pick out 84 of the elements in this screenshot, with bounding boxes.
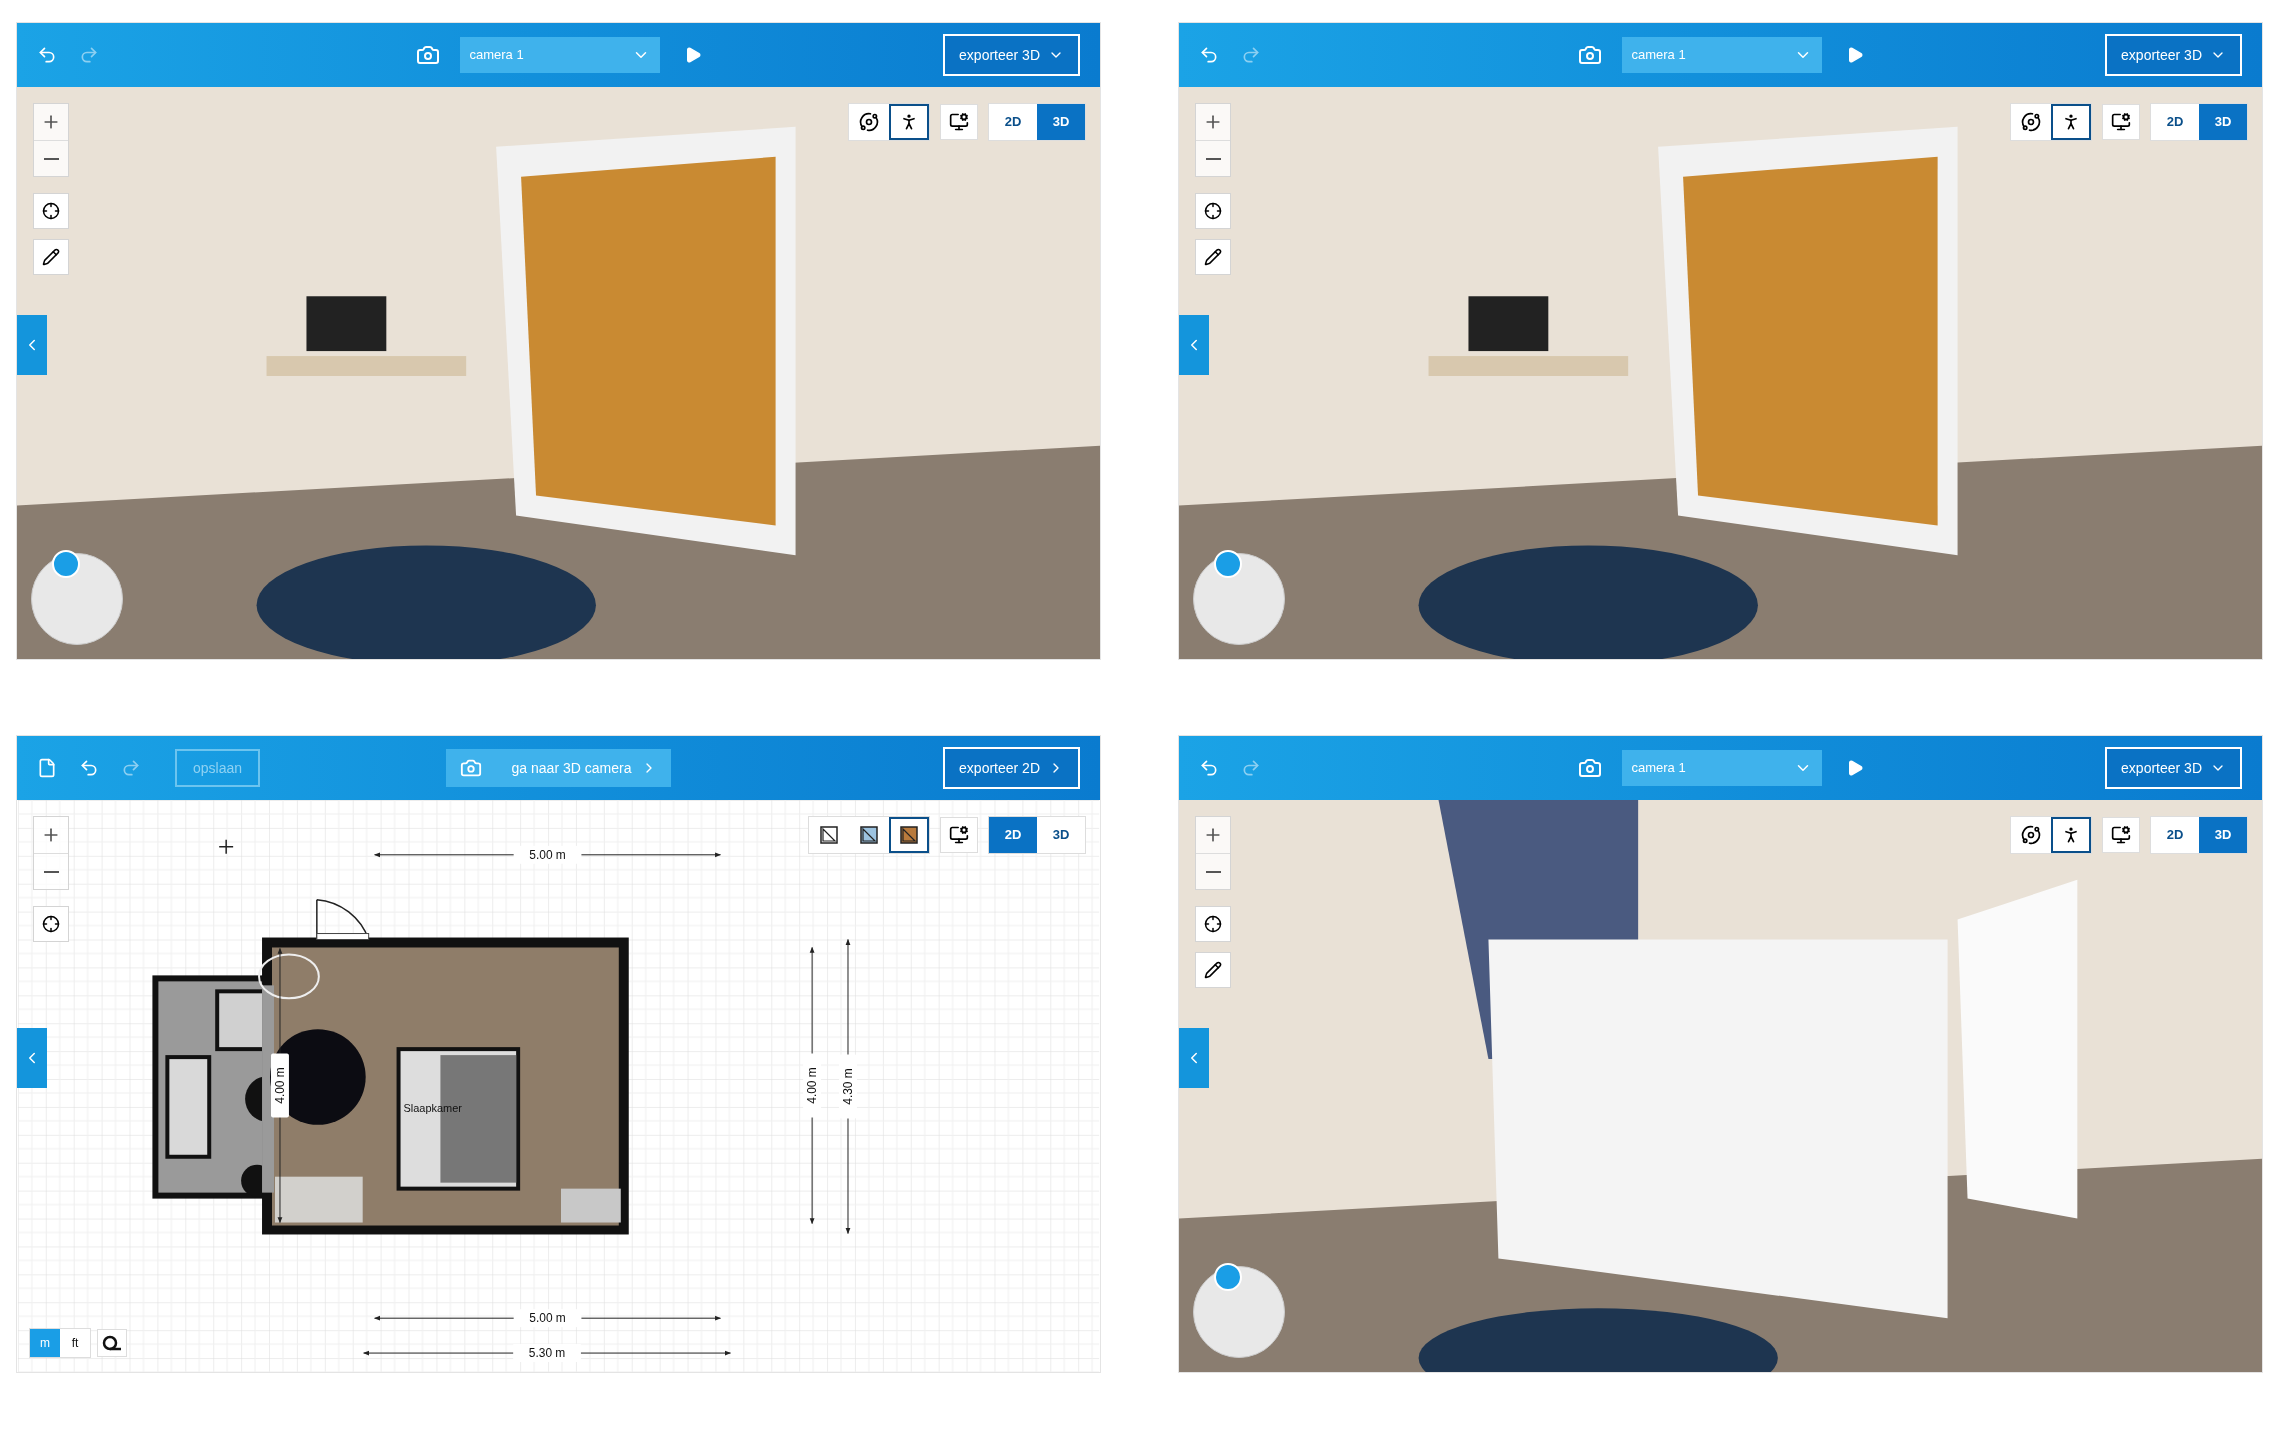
measure-button[interactable] [97, 1329, 127, 1357]
display-settings-button[interactable] [2102, 104, 2140, 140]
display-settings-button[interactable] [940, 817, 978, 853]
redo-icon [1241, 45, 1261, 65]
cursor-crosshair-icon [218, 839, 234, 855]
minus-icon [1205, 870, 1221, 873]
monitor-gear-icon [949, 825, 969, 845]
undo-button[interactable] [79, 758, 99, 778]
view-tab[interactable]: 3D [1037, 104, 1085, 140]
view-tab[interactable]: 3D [2199, 104, 2247, 140]
floor-style-icon [860, 826, 878, 844]
minus-icon [1205, 157, 1221, 160]
walk-mode-button[interactable] [889, 104, 929, 140]
view-tab[interactable]: 2D [2151, 817, 2199, 853]
undo-button[interactable] [1199, 45, 1219, 65]
orbit-icon [2021, 825, 2041, 845]
joystick-handle[interactable] [52, 550, 80, 578]
crosshair-icon [1204, 915, 1222, 933]
crosshair-icon [1204, 202, 1222, 220]
monitor-gear-icon [2111, 825, 2131, 845]
undo-button[interactable] [37, 45, 57, 65]
walk-mode-button[interactable] [2051, 817, 2091, 853]
locate-button[interactable] [1195, 906, 1231, 942]
label-background [803, 1053, 822, 1118]
view-tab[interactable]: 2D [989, 817, 1037, 853]
crosshair-icon [42, 202, 60, 220]
undo-icon [79, 758, 99, 778]
locate-button[interactable] [33, 193, 69, 229]
edit-button[interactable] [33, 239, 69, 275]
export-button[interactable]: exporteer 3D [2105, 747, 2242, 789]
monitor-gear-icon [949, 112, 969, 132]
edit-button[interactable] [1195, 239, 1231, 275]
pencil-icon [1204, 248, 1222, 266]
view-tab[interactable]: 3D [2199, 817, 2247, 853]
minus-icon [43, 870, 59, 873]
pencil-icon [1204, 961, 1222, 979]
dimension-label: 4.00 m [272, 1067, 287, 1104]
floor-style-button[interactable] [889, 817, 929, 853]
redo-icon [79, 45, 99, 65]
walk-mode-button[interactable] [2051, 104, 2091, 140]
orbit-icon [859, 112, 879, 132]
view-tab[interactable]: 2D [989, 104, 1037, 140]
display-settings-button[interactable] [2102, 817, 2140, 853]
view-tab[interactable]: 3D [1037, 817, 1085, 853]
undo-icon [1199, 758, 1219, 778]
edit-button[interactable] [1195, 952, 1231, 988]
floor-style-icon [900, 826, 918, 844]
orbit-icon [2021, 112, 2041, 132]
camera-icon[interactable] [1577, 756, 1602, 780]
tape-measure-icon [102, 1335, 122, 1351]
pencil-icon [42, 248, 60, 266]
dimension-label: 5.30 m [528, 1346, 566, 1361]
locate-button[interactable] [33, 906, 69, 942]
camera-icon [459, 757, 482, 779]
crosshair-icon [42, 915, 60, 933]
unit-toggle[interactable]: ft [60, 1329, 90, 1357]
export-button[interactable]: exporteer 3D [943, 34, 1080, 76]
floor-style-icon [820, 826, 838, 844]
dimension-label: 4.00 m [805, 1067, 820, 1104]
locate-button[interactable] [1195, 193, 1231, 229]
door-drawing [316, 898, 370, 941]
dimension-label: 5.00 m [529, 1311, 566, 1326]
camera-icon[interactable] [415, 43, 440, 67]
new-file-button[interactable] [37, 758, 57, 778]
dimension-label: 4.30 m [840, 1068, 855, 1105]
minus-icon [43, 157, 59, 160]
export-button[interactable]: exporteer 3D [2105, 34, 2242, 76]
camera-icon[interactable] [1577, 43, 1602, 67]
export-button[interactable]: exporteer 2D [943, 747, 1080, 789]
room-label: Slaapkamer [403, 1101, 462, 1114]
joystick-handle[interactable] [1214, 550, 1242, 578]
unit-toggle[interactable]: m [30, 1329, 60, 1357]
dimension-label: 5.00 m [529, 847, 566, 862]
display-settings-button[interactable] [940, 104, 978, 140]
undo-icon [37, 45, 57, 65]
joystick-handle[interactable] [1214, 1263, 1242, 1291]
view-tab[interactable]: 2D [2151, 104, 2199, 140]
monitor-gear-icon [2111, 112, 2131, 132]
redo-icon [121, 758, 141, 778]
undo-icon [1199, 45, 1219, 65]
undo-button[interactable] [1199, 758, 1219, 778]
file-icon [37, 758, 57, 778]
redo-icon [1241, 758, 1261, 778]
label-background [271, 1053, 289, 1118]
